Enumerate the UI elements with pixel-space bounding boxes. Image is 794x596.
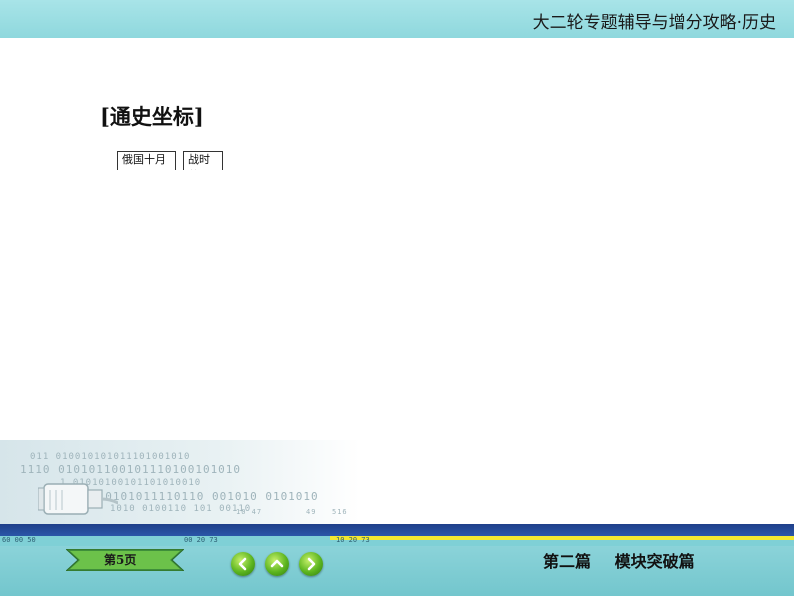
section-label: 第二篇 模块突破篇	[543, 552, 695, 571]
page-number-label: 第5页	[104, 553, 137, 567]
footer-accent-line	[330, 536, 794, 540]
binary-text-row: 011 010010101011101001010	[30, 452, 191, 462]
ruler-label: 10 20 73	[336, 536, 370, 544]
timeline-box-october-revolution: 俄国十月	[117, 151, 176, 170]
next-button[interactable]	[299, 552, 323, 576]
section-title: [通史坐标]	[100, 104, 204, 129]
ruler-label: 60 00 50	[2, 536, 36, 544]
binary-text-row: 010101011110110 001010 0101010	[90, 490, 319, 503]
plug-icon	[38, 483, 118, 515]
chevron-left-icon	[238, 557, 247, 571]
timeline-box-war-communism: 战时共	[183, 151, 223, 170]
scale-label: 516	[332, 508, 348, 516]
chevron-right-icon	[307, 557, 316, 571]
ruler-label: 00 20 73	[184, 536, 218, 544]
home-button[interactable]	[265, 552, 289, 576]
binary-text-row: 1010 0100110 101 00110	[110, 504, 252, 514]
scale-label: 49	[306, 508, 317, 516]
header-title: 大二轮专题辅导与增分攻略·历史	[532, 13, 776, 33]
scale-label: 10 47	[236, 508, 263, 516]
chevron-up-icon	[270, 559, 284, 568]
previous-button[interactable]	[231, 552, 255, 576]
footer-blue-band	[0, 524, 794, 536]
header-bar: 大二轮专题辅导与增分攻略·历史	[0, 0, 794, 38]
